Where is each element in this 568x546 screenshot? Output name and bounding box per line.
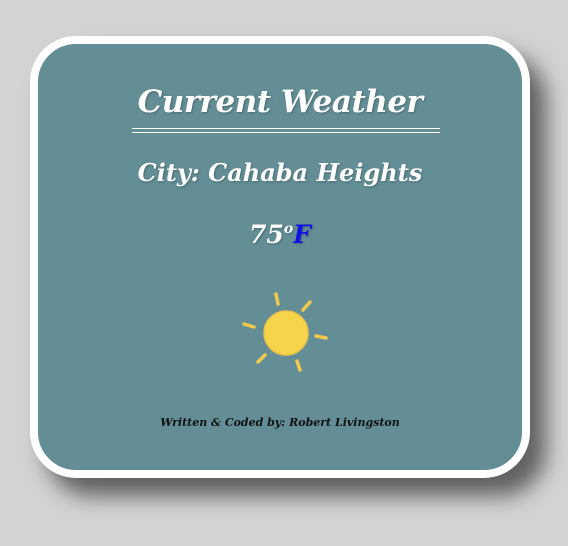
city-label: City: Cahaba Heights (137, 158, 423, 187)
title-divider (132, 128, 440, 133)
temperature-value: 75 (249, 220, 284, 249)
temperature-unit-toggle[interactable]: F (293, 220, 311, 249)
author-credit: Written & Coded by: Robert Livingston (160, 416, 400, 429)
page-title: Current Weather (137, 84, 423, 120)
sun-icon (242, 292, 328, 372)
temperature-readout: 75oF (38, 220, 522, 249)
weather-card: Current Weather City: Cahaba Heights 75o… (30, 36, 530, 478)
degree-symbol: o (283, 221, 294, 237)
